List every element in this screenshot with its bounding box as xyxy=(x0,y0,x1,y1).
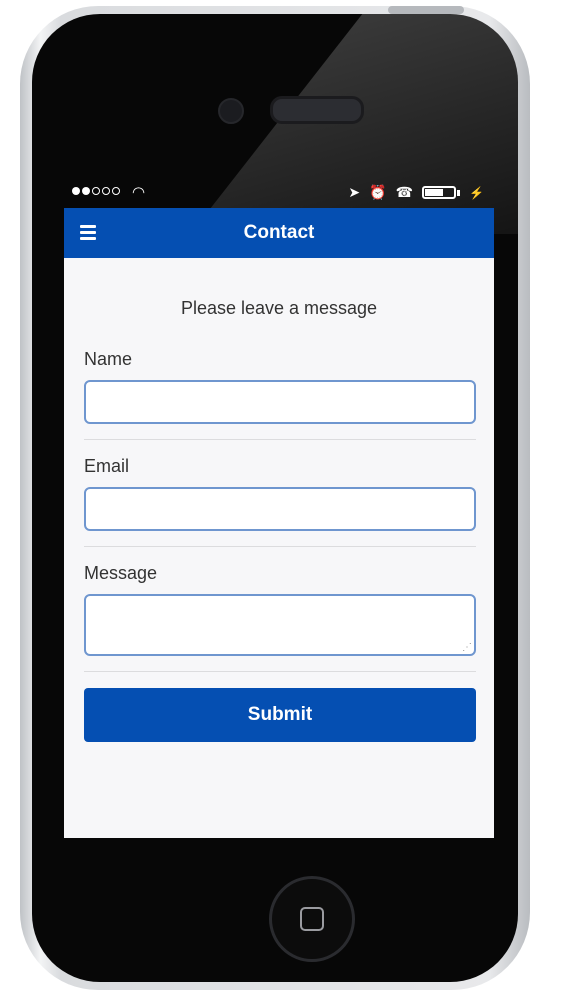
home-button[interactable] xyxy=(269,876,355,962)
name-field[interactable] xyxy=(84,380,476,424)
resize-handle-icon[interactable]: ⋰ xyxy=(462,643,472,653)
status-icons: ➤ ⏰ ☎ ⚡ xyxy=(348,184,484,201)
name-label: Name xyxy=(84,349,133,369)
earpiece-speaker xyxy=(270,96,364,124)
app-screen: Contact Please leave a message Name Emai… xyxy=(64,208,494,838)
submit-button[interactable]: Submit xyxy=(84,688,476,742)
signal-strength-icon xyxy=(72,187,120,195)
front-camera xyxy=(218,98,244,124)
status-bar: ◠ ➤ ⏰ ☎ ⚡ xyxy=(64,178,494,208)
contact-form: Name Email Message ⋰ Submit xyxy=(64,349,494,742)
app-header: Contact xyxy=(64,208,494,258)
signal-dot xyxy=(112,187,120,195)
location-arrow-icon: ➤ xyxy=(348,184,361,200)
divider xyxy=(84,439,476,440)
signal-dot xyxy=(82,187,90,195)
wifi-icon: ◠ xyxy=(132,184,146,201)
email-field[interactable] xyxy=(84,487,476,531)
battery-tip xyxy=(457,189,461,196)
alarm-icon: ⏰ xyxy=(369,184,387,200)
message-label: Message xyxy=(84,563,158,583)
page-title: Contact xyxy=(243,222,315,243)
hamburger-menu-icon[interactable] xyxy=(80,225,96,240)
tty-icon: ☎ xyxy=(395,184,414,200)
charging-bolt-icon: ⚡ xyxy=(469,185,484,200)
signal-dot xyxy=(92,187,100,195)
divider xyxy=(84,671,476,672)
message-field[interactable]: ⋰ xyxy=(84,594,476,656)
battery-icon xyxy=(422,186,457,199)
signal-dot xyxy=(102,187,110,195)
email-label: Email xyxy=(84,456,130,476)
home-square-icon xyxy=(300,907,324,931)
intro-text: Please leave a message xyxy=(180,298,378,318)
divider xyxy=(84,546,476,547)
signal-dot xyxy=(72,187,80,195)
power-button xyxy=(388,6,464,14)
